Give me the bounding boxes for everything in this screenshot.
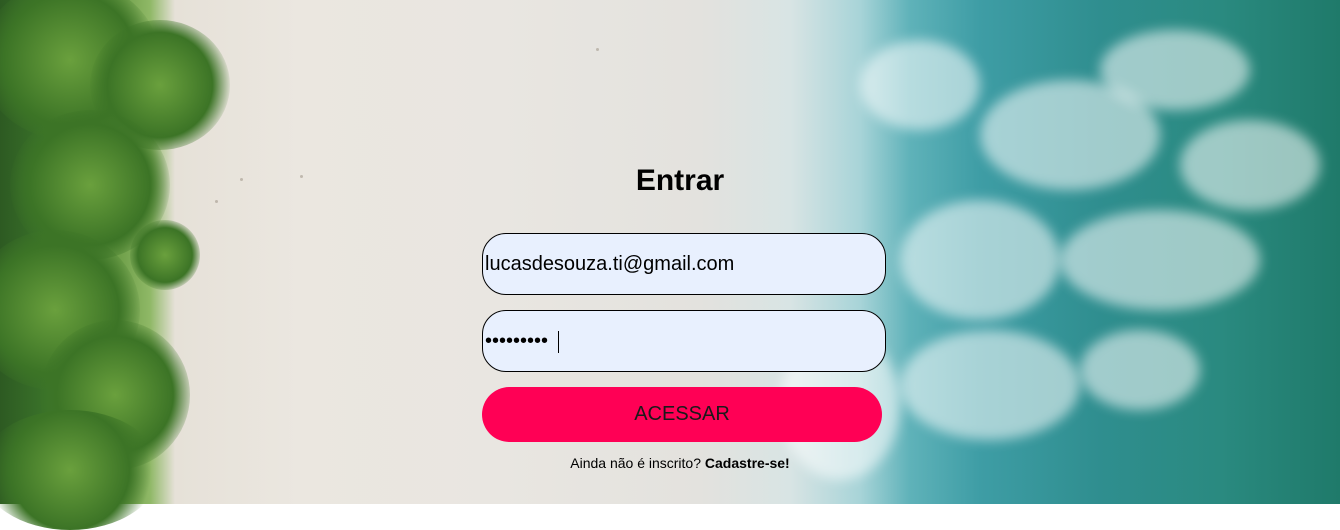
page-title: Entrar bbox=[635, 164, 725, 197]
submit-button[interactable]: ACESSAR bbox=[482, 387, 882, 442]
text-cursor bbox=[558, 331, 559, 353]
password-input[interactable] bbox=[482, 310, 886, 372]
signup-prompt-text: Ainda não é inscrito? bbox=[570, 455, 702, 471]
email-input[interactable] bbox=[482, 233, 886, 295]
signup-prompt: Ainda não é inscrito? Cadastre-se! bbox=[482, 455, 878, 471]
signup-link[interactable]: Cadastre-se! bbox=[705, 455, 790, 471]
